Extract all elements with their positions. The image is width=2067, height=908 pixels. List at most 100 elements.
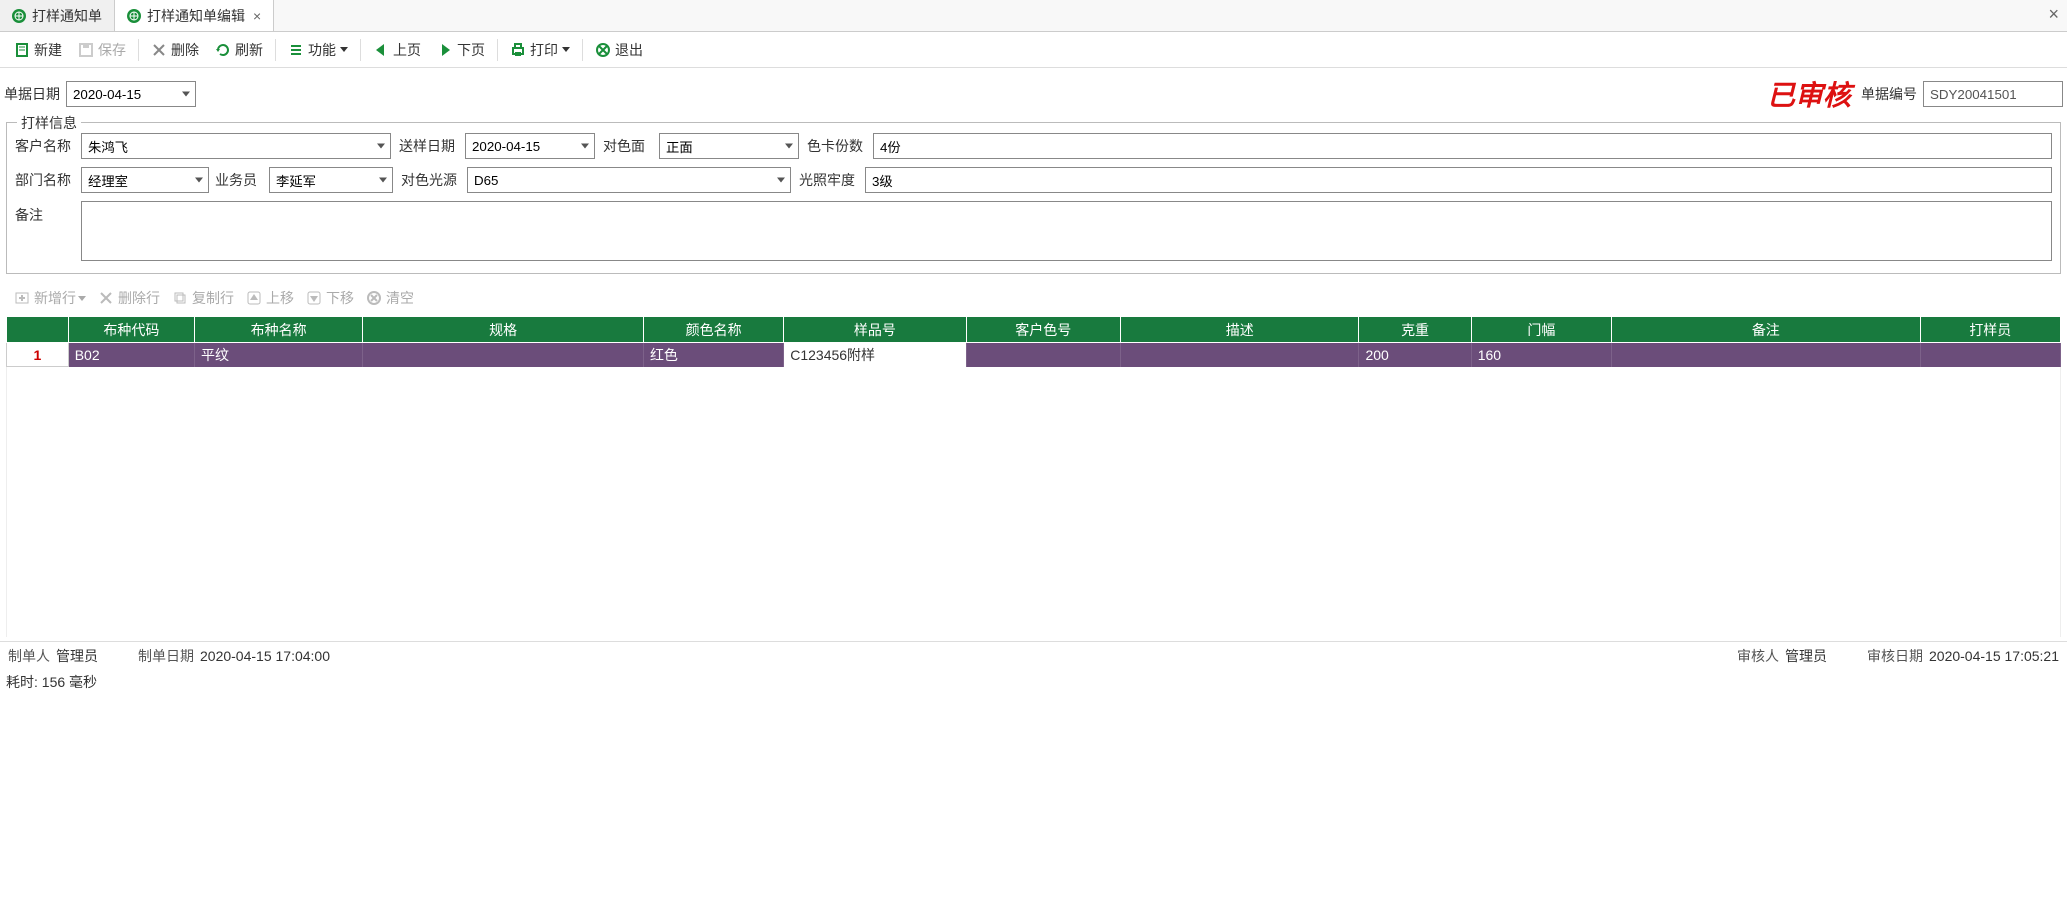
light-fastness-input[interactable] — [865, 167, 2052, 193]
add-row-button[interactable]: 新增行 — [8, 284, 92, 312]
grid-cell-weight[interactable]: 200 — [1359, 343, 1471, 367]
move-up-label: 上移 — [266, 288, 294, 308]
grid-cell-custcolor[interactable] — [966, 343, 1120, 367]
grid-header-sampler[interactable]: 打样员 — [1920, 317, 2060, 343]
remark-input[interactable] — [81, 201, 2052, 261]
grid-header-weight[interactable]: 克重 — [1359, 317, 1471, 343]
grid-header-name[interactable]: 布种名称 — [194, 317, 362, 343]
new-button[interactable]: 新建 — [6, 36, 70, 64]
auditor-value: 管理员 — [1785, 646, 1827, 666]
move-down-icon — [306, 290, 322, 306]
grid-header-spec[interactable]: 规格 — [363, 317, 644, 343]
grid-cell-desc[interactable] — [1120, 343, 1359, 367]
light-source-label: 对色光源 — [401, 170, 461, 190]
delete-button[interactable]: 删除 — [143, 36, 207, 64]
delete-row-button[interactable]: 删除行 — [92, 284, 166, 312]
dept-field[interactable] — [81, 167, 209, 193]
prev-page-button[interactable]: 上页 — [365, 36, 429, 64]
grid-cell-sampler[interactable] — [1920, 343, 2060, 367]
grid-header-desc[interactable]: 描述 — [1120, 317, 1359, 343]
tab-label: 打样通知单 — [32, 6, 102, 26]
grid-header-sample[interactable]: 样品号 — [784, 317, 966, 343]
grid-header-color[interactable]: 颜色名称 — [643, 317, 783, 343]
doc-date-label: 单据日期 — [4, 84, 60, 104]
send-date-field[interactable] — [465, 133, 595, 159]
delete-row-icon — [98, 290, 114, 306]
next-icon — [437, 42, 453, 58]
new-label: 新建 — [34, 40, 62, 60]
grid-cell-width[interactable]: 160 — [1471, 343, 1611, 367]
exit-button[interactable]: 退出 — [587, 36, 651, 64]
close-all-icon[interactable]: × — [2048, 4, 2059, 25]
grid-cell-name[interactable]: 平纹 — [194, 343, 362, 367]
doc-no-input[interactable] — [1923, 81, 2063, 107]
close-icon[interactable]: × — [253, 8, 261, 24]
customer-field[interactable] — [81, 133, 391, 159]
tab-label: 打样通知单编辑 — [147, 6, 245, 26]
delete-label: 删除 — [171, 40, 199, 60]
exit-label: 退出 — [615, 40, 643, 60]
clear-button[interactable]: 清空 — [360, 284, 420, 312]
salesman-input[interactable] — [269, 167, 393, 193]
grid-header-rownum[interactable] — [7, 317, 69, 343]
tab-sample-notice-edit[interactable]: 打样通知单编辑 × — [115, 0, 274, 31]
auditor-label: 审核人 — [1737, 646, 1779, 666]
sample-info-legend: 打样信息 — [17, 113, 81, 133]
refresh-label: 刷新 — [235, 40, 263, 60]
timing-label: 耗时: 156 毫秒 — [0, 670, 2067, 694]
grid-cell-rownum[interactable]: 1 — [7, 343, 69, 367]
grid-header-custcolor[interactable]: 客户色号 — [966, 317, 1120, 343]
grid-cell-spec[interactable] — [363, 343, 644, 367]
salesman-field[interactable] — [269, 167, 393, 193]
clear-icon — [366, 290, 382, 306]
grid-row[interactable]: 1 B02 平纹 红色 C123456附样 200 160 — [7, 343, 2061, 367]
dept-input[interactable] — [81, 167, 209, 193]
print-button[interactable]: 打印 — [502, 36, 578, 64]
salesman-label: 业务员 — [215, 170, 263, 190]
function-button[interactable]: 功能 — [280, 36, 356, 64]
grid-cell-code[interactable]: B02 — [68, 343, 194, 367]
match-face-field[interactable] — [659, 133, 799, 159]
light-source-input[interactable] — [467, 167, 791, 193]
grid-cell-remark[interactable] — [1611, 343, 1920, 367]
prev-icon — [373, 42, 389, 58]
move-up-button[interactable]: 上移 — [240, 284, 300, 312]
chevron-down-icon — [340, 47, 348, 52]
grid-cell-sample[interactable]: C123456附样 — [784, 343, 966, 367]
send-date-label: 送样日期 — [399, 136, 459, 156]
doc-date-input[interactable] — [66, 81, 196, 107]
tab-sample-notice[interactable]: 打样通知单 — [0, 0, 115, 31]
remark-label: 备注 — [15, 205, 75, 225]
globe-icon — [12, 9, 26, 23]
exit-icon — [595, 42, 611, 58]
card-count-input[interactable] — [873, 133, 2052, 159]
grid-header-row: 布种代码 布种名称 规格 颜色名称 样品号 客户色号 描述 克重 门幅 备注 打… — [7, 317, 2061, 343]
light-source-field[interactable] — [467, 167, 791, 193]
add-row-icon — [14, 290, 30, 306]
next-page-button[interactable]: 下页 — [429, 36, 493, 64]
delete-icon — [151, 42, 167, 58]
grid-header-remark[interactable]: 备注 — [1611, 317, 1920, 343]
refresh-button[interactable]: 刷新 — [207, 36, 271, 64]
copy-row-button[interactable]: 复制行 — [166, 284, 240, 312]
grid-header-code[interactable]: 布种代码 — [68, 317, 194, 343]
match-face-input[interactable] — [659, 133, 799, 159]
create-date-label: 制单日期 — [138, 646, 194, 666]
customer-input[interactable] — [81, 133, 391, 159]
create-date-value: 2020-04-15 17:04:00 — [200, 648, 330, 664]
clear-label: 清空 — [386, 288, 414, 308]
grid-header-width[interactable]: 门幅 — [1471, 317, 1611, 343]
save-button[interactable]: 保存 — [70, 36, 134, 64]
new-icon — [14, 42, 30, 58]
move-down-button[interactable]: 下移 — [300, 284, 360, 312]
add-row-label: 新增行 — [34, 288, 76, 308]
globe-icon — [127, 9, 141, 23]
grid-empty-area[interactable] — [6, 367, 2061, 637]
grid-cell-color[interactable]: 红色 — [643, 343, 783, 367]
light-fastness-label: 光照牢度 — [799, 170, 859, 190]
send-date-input[interactable] — [465, 133, 595, 159]
detail-grid[interactable]: 布种代码 布种名称 规格 颜色名称 样品号 客户色号 描述 克重 门幅 备注 打… — [6, 316, 2061, 367]
copy-row-icon — [172, 290, 188, 306]
doc-date-field[interactable] — [66, 81, 196, 107]
move-up-icon — [246, 290, 262, 306]
